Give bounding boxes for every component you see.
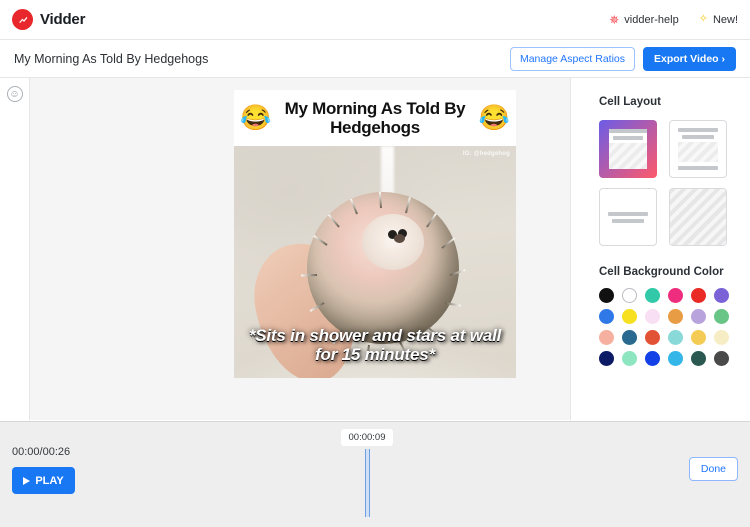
manage-aspect-ratios-button[interactable]: Manage Aspect Ratios xyxy=(510,47,635,71)
sub-header: My Morning As Told By Hedgehogs Manage A… xyxy=(0,40,750,78)
playhead-time-badge: 00:00:09 xyxy=(341,429,393,446)
layout-option-text-top-media-bottom[interactable] xyxy=(599,120,657,178)
color-swatch[interactable] xyxy=(645,288,660,303)
color-swatch[interactable] xyxy=(668,288,683,303)
editor-stage: 😂 My Morning As Told By Hedgehogs 😂 xyxy=(30,78,570,420)
play-triangle-icon xyxy=(23,477,30,485)
color-swatch[interactable] xyxy=(599,330,614,345)
color-swatch[interactable] xyxy=(714,330,729,345)
color-swatch[interactable] xyxy=(622,309,637,324)
smiley-icon[interactable]: ☺ xyxy=(7,86,23,102)
brand-logo[interactable]: Vidder xyxy=(12,9,85,30)
color-swatch[interactable] xyxy=(691,330,706,345)
color-swatch[interactable] xyxy=(714,351,729,366)
color-swatch[interactable] xyxy=(622,330,637,345)
instagram-watermark: IG: @hedgehog xyxy=(463,151,510,157)
sub-header-actions: Manage Aspect Ratios Export Video › xyxy=(510,47,736,71)
layout-option-media-only-full[interactable] xyxy=(669,188,727,246)
color-swatch[interactable] xyxy=(691,351,706,366)
cell-layout-options xyxy=(599,120,750,246)
new-label: New! xyxy=(713,14,738,26)
color-swatch[interactable] xyxy=(622,288,637,303)
done-button[interactable]: Done xyxy=(689,457,738,481)
video-canvas[interactable]: 😂 My Morning As Told By Hedgehogs 😂 xyxy=(234,90,516,378)
hedgehog-nose xyxy=(394,234,405,243)
color-swatch[interactable] xyxy=(691,288,706,303)
vidder-app: Vidder ✵ vidder-help ✧ New! My Morning A… xyxy=(0,0,750,527)
color-swatch[interactable] xyxy=(645,351,660,366)
timeline-playhead[interactable] xyxy=(365,449,370,517)
play-label: PLAY xyxy=(35,475,63,487)
color-swatch[interactable] xyxy=(645,309,660,324)
color-swatch[interactable] xyxy=(691,309,706,324)
color-swatch[interactable] xyxy=(599,288,614,303)
color-swatch[interactable] xyxy=(599,309,614,324)
sparkle-icon: ✧ xyxy=(699,14,708,25)
timeline-bar: 00:00/00:26 PLAY Done 00:00:09 "Sits in … xyxy=(0,421,750,527)
color-swatch[interactable] xyxy=(599,351,614,366)
color-swatch[interactable] xyxy=(668,330,683,345)
vidder-help-label: vidder-help xyxy=(624,14,678,26)
color-swatch[interactable] xyxy=(714,309,729,324)
media-placeholder xyxy=(670,189,726,245)
color-swatch[interactable] xyxy=(622,351,637,366)
left-rail: ☺ xyxy=(0,78,30,420)
canvas-title-cell[interactable]: 😂 My Morning As Told By Hedgehogs 😂 xyxy=(234,90,516,146)
color-swatch[interactable] xyxy=(714,288,729,303)
color-swatch[interactable] xyxy=(668,309,683,324)
cell-layout-heading: Cell Layout xyxy=(599,96,750,108)
top-bar-right: ✵ vidder-help ✧ New! xyxy=(609,14,738,26)
canvas-overlay-caption[interactable]: *Sits in shower and stars at wall for 15… xyxy=(240,326,510,364)
lightning-circle-icon xyxy=(12,9,33,30)
laughing-emoji-icon: 😂 xyxy=(240,106,271,131)
top-bar: Vidder ✵ vidder-help ✧ New! xyxy=(0,0,750,40)
play-button[interactable]: PLAY xyxy=(12,467,75,494)
layout-option-text-top-media-middle-text-bottom[interactable] xyxy=(669,120,727,178)
export-video-button[interactable]: Export Video › xyxy=(643,47,736,71)
color-swatch[interactable] xyxy=(645,330,660,345)
hedgehog-body xyxy=(307,192,459,344)
new-link[interactable]: ✧ New! xyxy=(699,14,738,26)
right-panel: Cell Layout Cell Background Color xyxy=(570,78,750,420)
page-title: My Morning As Told By Hedgehogs xyxy=(14,52,208,66)
canvas-media-cell[interactable]: IG: @hedgehog *Sits in shower and stars … xyxy=(234,146,516,378)
canvas-title-text: My Morning As Told By Hedgehogs xyxy=(277,99,473,137)
cell-background-color-heading: Cell Background Color xyxy=(599,266,750,278)
media-placeholder xyxy=(609,143,647,169)
cell-background-color-swatches xyxy=(599,288,750,366)
asterisk-icon: ✵ xyxy=(609,14,619,26)
hedgehog-face xyxy=(362,214,424,270)
vidder-help-link[interactable]: ✵ vidder-help xyxy=(609,14,678,26)
brand-name: Vidder xyxy=(40,11,85,28)
media-placeholder xyxy=(678,142,718,162)
laughing-emoji-icon: 😂 xyxy=(479,106,510,131)
current-time-display: 00:00/00:26 xyxy=(12,446,70,458)
color-swatch[interactable] xyxy=(668,351,683,366)
layout-option-text-only-center[interactable] xyxy=(599,188,657,246)
